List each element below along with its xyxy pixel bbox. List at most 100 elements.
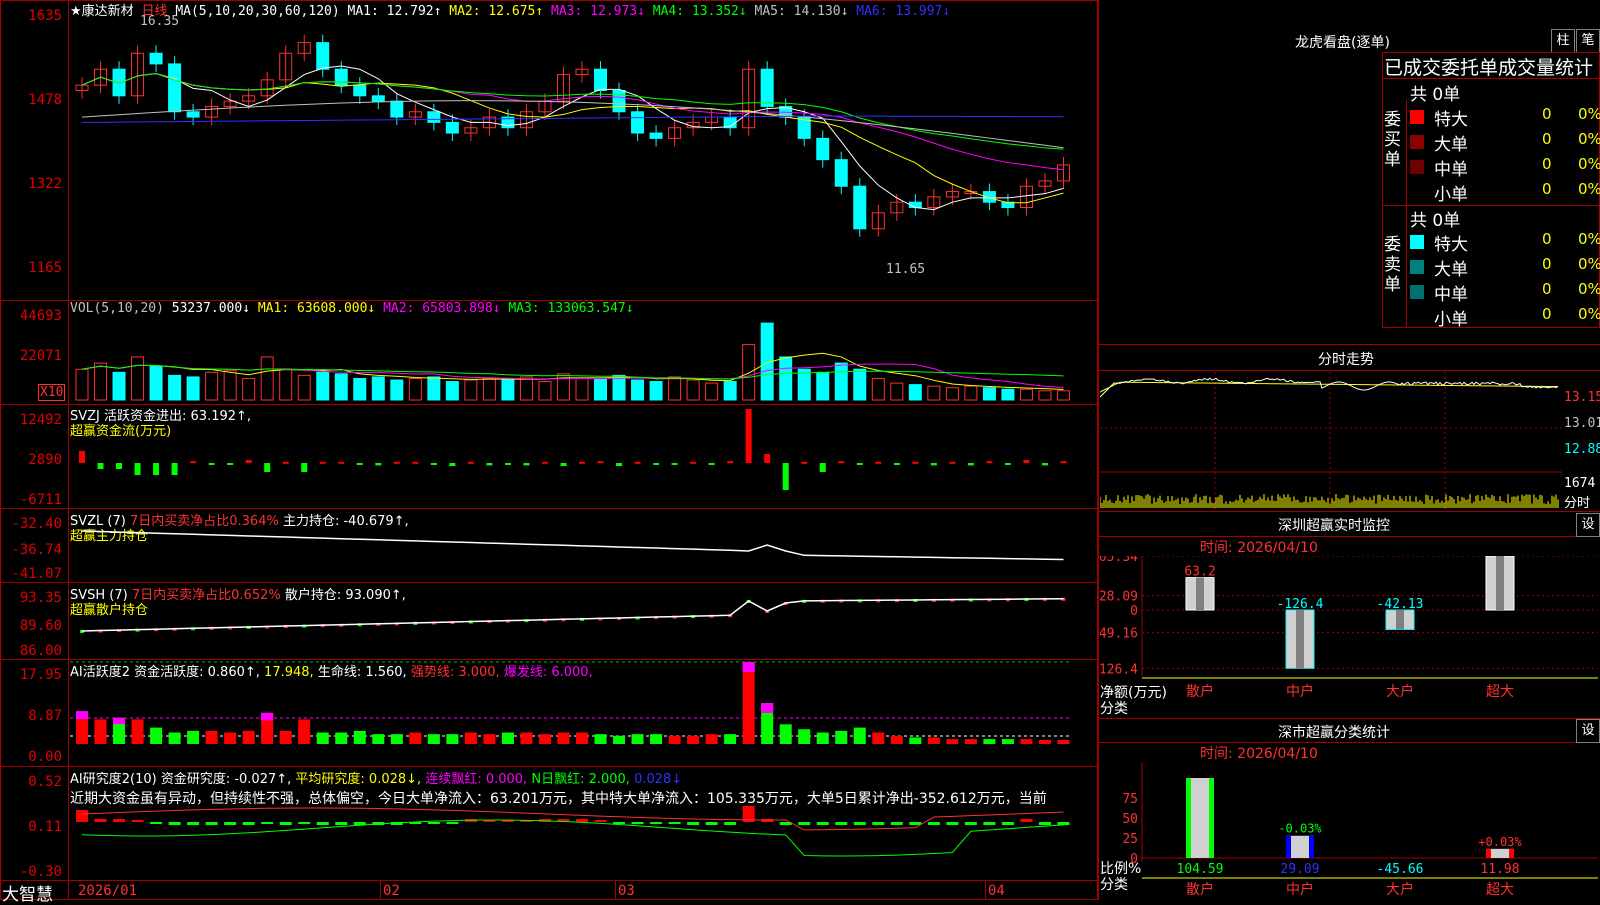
ma-line <box>82 73 1063 202</box>
candle-body <box>817 138 829 159</box>
ai2-red-run: 连续飘红: 0.000, <box>425 772 527 787</box>
sz-monitor-value: -126.4 <box>1277 597 1324 612</box>
ai1-bar <box>1057 740 1069 744</box>
sz-stats-pct: -0.03% <box>1278 822 1322 836</box>
tick-mode-button[interactable]: 笔 <box>1576 29 1600 53</box>
volume-bar <box>428 377 440 400</box>
ai1-bar <box>520 733 532 744</box>
sz-monitor-bar-shade <box>1296 610 1304 668</box>
candle-body <box>372 96 384 101</box>
volume-chart[interactable] <box>70 316 1096 402</box>
svzj-bar <box>746 409 752 463</box>
sz-monitor-chart[interactable]: 105.34 28.090 -49.16 -126.4 63.2 散户 -126.4 中户 -4… <box>1100 556 1598 716</box>
price-tick: 1165 <box>0 260 62 276</box>
svsh-tick: 86.00 <box>0 643 62 659</box>
volume-bar <box>687 380 699 400</box>
sz-stats-chart[interactable]: 75 50 25 0 104.59 散户 29.09 -0.03% 中户 -45.66 大户 11.9… <box>1100 762 1598 900</box>
buy-row-label: 中单 <box>1434 155 1468 180</box>
svzj-bar <box>264 463 270 472</box>
ai1-chart[interactable] <box>70 660 1096 765</box>
bar-mode-button[interactable]: 柱 <box>1551 29 1575 53</box>
svzl-chart[interactable] <box>70 509 1096 581</box>
sz-monitor-tick: -126.4 <box>1100 662 1138 677</box>
svzj-bar <box>968 463 974 465</box>
sell-row-label: 大单 <box>1434 255 1468 280</box>
volume-bar <box>502 378 514 400</box>
buy-row-pct: 0% <box>1578 105 1600 123</box>
brand-label: 大智慧 <box>2 880 53 905</box>
ai2-bar <box>1039 822 1051 825</box>
ai2-bar <box>1057 822 1069 825</box>
ai1-bar <box>928 737 940 744</box>
svzj-bar <box>1005 463 1011 465</box>
sz-monitor-time: 时间: 2026/04/10 <box>1200 537 1318 557</box>
legend-swatch <box>1410 135 1424 149</box>
volume-bar <box>928 386 940 400</box>
sell-total: 共 0单 <box>1410 206 1460 231</box>
svsh-chart[interactable] <box>70 583 1096 658</box>
sz-monitor-settings-button[interactable]: 设 <box>1576 513 1600 537</box>
ai2-bar <box>446 822 458 824</box>
sz-stats-tick: 50 <box>1122 812 1138 827</box>
volume-bar <box>669 377 681 400</box>
ai2-chart[interactable] <box>70 806 1096 878</box>
ai1-bar <box>632 734 644 744</box>
ai2-bar <box>854 822 866 825</box>
volume-bar <box>965 386 977 400</box>
svzj-tick: 2890 <box>0 452 62 468</box>
ai1-bar <box>946 739 958 744</box>
sz-stats-settings-button[interactable]: 设 <box>1576 719 1600 743</box>
volume-bar <box>724 382 736 400</box>
ai2-bar <box>280 822 292 825</box>
ai1-bar <box>169 733 181 744</box>
ai1-bar <box>724 734 736 744</box>
volume-bar <box>983 388 995 400</box>
svzj-bar <box>894 463 900 465</box>
ai2-last: 0.028↓ <box>634 772 682 787</box>
svsh-tick: 89.60 <box>0 618 62 634</box>
sz-stats-tick: 0 <box>1130 852 1138 867</box>
ai1-top <box>113 718 125 724</box>
volume-bar <box>113 372 125 400</box>
svzj-bar <box>135 463 141 475</box>
sz-stats-value: 29.09 <box>1280 862 1319 877</box>
ai2-bar <box>891 822 903 825</box>
ai2-bar <box>243 822 255 825</box>
ai1-bar <box>650 734 662 744</box>
buy-side-label: 委买单 <box>1384 110 1404 170</box>
ai1-bar <box>187 731 199 744</box>
ai2-bar <box>132 820 144 822</box>
legend-swatch <box>1410 235 1424 249</box>
legend-swatch <box>1410 185 1424 199</box>
volume-bar <box>817 372 829 400</box>
buy-row-label: 小单 <box>1434 180 1468 205</box>
ai2-tick: 0.11 <box>0 819 62 835</box>
buy-row-value: 0 <box>1542 180 1552 198</box>
svzj-bar <box>986 461 992 463</box>
ai2-header: AI研究度2(10) 资金研究度: -0.027↑, 平均研究度: 0.028↓… <box>70 768 682 787</box>
svzj-bar <box>653 463 659 465</box>
volume-bar <box>261 357 273 400</box>
svzj-chart[interactable] <box>70 405 1096 507</box>
sell-row-label: 特大 <box>1434 230 1468 255</box>
legend-swatch <box>1410 110 1424 124</box>
ai1-tick: 8.87 <box>0 708 62 724</box>
vol-ma2: MA2: 65803.898↓ <box>383 301 500 316</box>
candle-body <box>391 101 403 117</box>
volume-bar <box>632 380 644 400</box>
candlestick-chart[interactable] <box>70 16 1096 300</box>
ai2-average: 平均研究度: 0.028↓, <box>295 772 421 787</box>
ai1-bar <box>743 662 755 744</box>
ai1-bar <box>891 736 903 744</box>
ai1-top <box>743 662 755 672</box>
svzj-bar <box>1042 463 1048 465</box>
intraday-chart[interactable] <box>1100 372 1562 510</box>
volume-bar <box>391 380 403 400</box>
ai2-bar <box>835 822 847 825</box>
candle-body <box>187 112 199 117</box>
svzj-bar <box>579 462 585 464</box>
ai2-bar <box>224 822 236 825</box>
ai2-bar <box>298 822 310 824</box>
volume-bar <box>409 378 421 400</box>
svzj-bar <box>875 462 881 464</box>
